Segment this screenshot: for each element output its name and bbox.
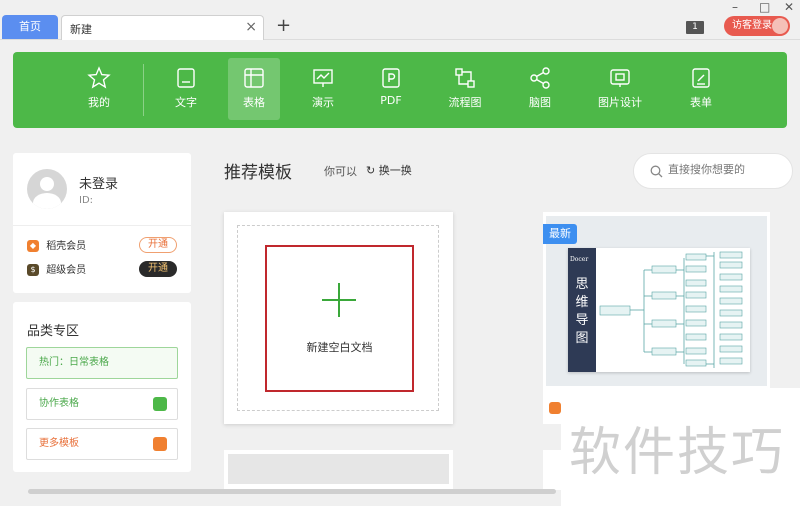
create-toolbar: 我的 文字 表格 演示 PDF 流程图 脑图 图片设计 表单 bbox=[13, 52, 787, 128]
avatar-icon bbox=[772, 18, 788, 34]
tool-presentation[interactable]: 演示 bbox=[297, 58, 349, 120]
template-card-partial[interactable] bbox=[224, 450, 453, 490]
presentation-icon bbox=[313, 69, 333, 87]
flowchart-icon bbox=[455, 68, 475, 88]
docer-logo: Docer bbox=[570, 256, 589, 263]
tool-label: 流程图 bbox=[448, 96, 482, 109]
new-blank-highlight[interactable]: 新建空白文档 bbox=[265, 245, 414, 392]
membership-label: 超级会员 bbox=[46, 265, 87, 276]
refresh-label: 换一换 bbox=[378, 164, 412, 177]
category-more-templates[interactable]: 更多模板 bbox=[26, 428, 178, 460]
category-item-label: 热门：日常表格 bbox=[39, 357, 109, 368]
document-icon bbox=[177, 68, 195, 88]
maximize-icon[interactable]: □ bbox=[759, 0, 770, 14]
table-icon bbox=[244, 68, 264, 88]
plus-icon bbox=[322, 283, 356, 317]
tool-label: PDF bbox=[380, 94, 402, 107]
window-close-icon[interactable]: ✕ bbox=[784, 0, 794, 14]
tool-label: 图片设计 bbox=[598, 96, 642, 109]
new-blank-card[interactable]: 新建空白文档 bbox=[224, 212, 453, 424]
daoke-icon bbox=[549, 402, 561, 414]
tool-label: 表单 bbox=[690, 96, 712, 109]
refresh-icon: ↻ bbox=[366, 164, 376, 177]
membership-row-super: $ 超级会员 开通 bbox=[27, 261, 177, 279]
tool-label: 脑图 bbox=[529, 96, 551, 109]
tool-form[interactable]: 表单 bbox=[675, 58, 727, 120]
star-icon bbox=[87, 66, 111, 89]
tool-my[interactable]: 我的 bbox=[73, 58, 125, 120]
mindmap-preview: Docer 思维导图 bbox=[568, 248, 750, 372]
image-design-icon bbox=[610, 69, 630, 87]
membership-label: 稻壳会员 bbox=[46, 241, 87, 252]
tool-table[interactable]: 表格 bbox=[228, 58, 280, 120]
open-super-button[interactable]: 开通 bbox=[139, 261, 177, 277]
membership-row-daoke: ◆ 稻壳会员 开通 bbox=[27, 237, 177, 255]
mindmap-diagram bbox=[599, 251, 743, 368]
tool-mindmap[interactable]: 脑图 bbox=[514, 58, 566, 120]
guest-login-label: 访客登录 bbox=[732, 20, 772, 31]
mindmap-icon bbox=[530, 67, 550, 89]
tool-label: 文字 bbox=[175, 96, 197, 109]
tab-bar: 首页 新建 × + 1 访客登录 – □ ✕ bbox=[0, 0, 800, 40]
mindmap-title: 思维导图 bbox=[575, 277, 589, 346]
guest-login-button[interactable]: 访客登录 bbox=[724, 16, 790, 36]
avatar[interactable] bbox=[27, 169, 67, 209]
tab-new-label: 新建 bbox=[70, 23, 92, 36]
category-title: 品类专区 bbox=[27, 324, 80, 339]
minimize-icon[interactable]: – bbox=[732, 0, 738, 14]
tool-label: 表格 bbox=[243, 96, 265, 109]
user-name[interactable]: 未登录 bbox=[79, 173, 118, 192]
category-hot-tables[interactable]: 热门：日常表格 bbox=[26, 347, 178, 379]
user-id: ID: bbox=[79, 195, 94, 206]
new-blank-label: 新建空白文档 bbox=[306, 341, 373, 354]
watermark: 软件技巧 bbox=[561, 388, 800, 506]
category-collab-tables[interactable]: 协作表格 bbox=[26, 388, 178, 420]
mindmap-cover: Docer 思维导图 bbox=[568, 248, 596, 372]
form-icon bbox=[692, 68, 710, 88]
category-item-label: 协作表格 bbox=[39, 398, 79, 409]
super-member-icon: $ bbox=[27, 264, 39, 276]
refresh-button[interactable]: ↻ 换一换 bbox=[366, 162, 412, 178]
watermark-text: 软件技巧 bbox=[569, 423, 786, 483]
tool-image-design[interactable]: 图片设计 bbox=[594, 58, 646, 120]
maybe-label: 你可以 bbox=[324, 165, 357, 178]
tool-label: 我的 bbox=[88, 96, 110, 109]
daoke-icon bbox=[153, 437, 167, 451]
pdf-icon bbox=[382, 68, 400, 88]
open-daoke-button[interactable]: 开通 bbox=[139, 237, 177, 253]
tab-new[interactable]: 新建 × bbox=[61, 15, 264, 40]
close-icon[interactable]: × bbox=[245, 19, 257, 35]
page-title: 推荐模板 bbox=[224, 163, 292, 183]
template-thumbnail[interactable]: Docer 思维导图 bbox=[546, 216, 767, 386]
category-card: 品类专区 热门：日常表格 协作表格 更多模板 bbox=[13, 302, 191, 472]
new-badge: 最新 bbox=[543, 224, 577, 244]
category-item-label: 更多模板 bbox=[39, 438, 79, 449]
layers-icon bbox=[153, 397, 167, 411]
tab-home[interactable]: 首页 bbox=[2, 15, 58, 39]
daoke-member-icon: ◆ bbox=[27, 240, 39, 252]
toolbar-divider bbox=[143, 64, 144, 116]
user-card: 未登录 ID: ◆ 稻壳会员 开通 $ 超级会员 开通 bbox=[13, 153, 191, 293]
add-tab-button[interactable]: + bbox=[276, 16, 291, 36]
window-count-badge[interactable]: 1 bbox=[686, 21, 704, 34]
horizontal-scrollbar[interactable] bbox=[28, 489, 556, 494]
template-search[interactable] bbox=[633, 153, 793, 189]
tool-pdf[interactable]: PDF bbox=[365, 58, 417, 120]
divider bbox=[13, 225, 191, 226]
tool-label: 演示 bbox=[312, 96, 334, 109]
search-icon bbox=[650, 165, 663, 178]
search-input[interactable] bbox=[668, 163, 778, 176]
tool-flowchart[interactable]: 流程图 bbox=[439, 58, 491, 120]
tool-text[interactable]: 文字 bbox=[160, 58, 212, 120]
